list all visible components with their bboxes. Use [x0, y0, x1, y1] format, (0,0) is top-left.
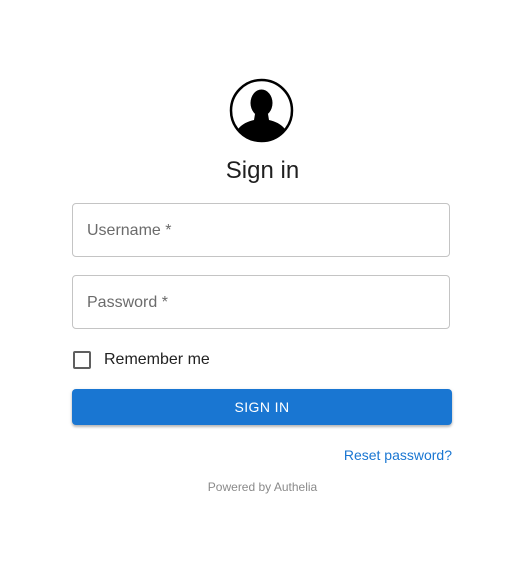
username-input[interactable] — [73, 204, 449, 256]
password-input[interactable] — [73, 276, 449, 328]
user-avatar-icon — [229, 78, 294, 143]
login-page: Sign in Username * Password * Remember m… — [0, 0, 525, 578]
password-field[interactable]: Password * — [72, 275, 450, 329]
remember-me-label[interactable]: Remember me — [104, 351, 210, 369]
username-field[interactable]: Username * — [72, 203, 450, 257]
remember-me-control[interactable]: Remember me — [73, 350, 210, 370]
page-title: Sign in — [225, 157, 300, 184]
sign-in-button[interactable]: SIGN IN — [72, 389, 452, 425]
powered-by-footer: Powered by Authelia — [207, 480, 318, 494]
remember-me-checkbox[interactable] — [73, 351, 91, 369]
reset-password-link[interactable]: Reset password? — [344, 446, 452, 464]
